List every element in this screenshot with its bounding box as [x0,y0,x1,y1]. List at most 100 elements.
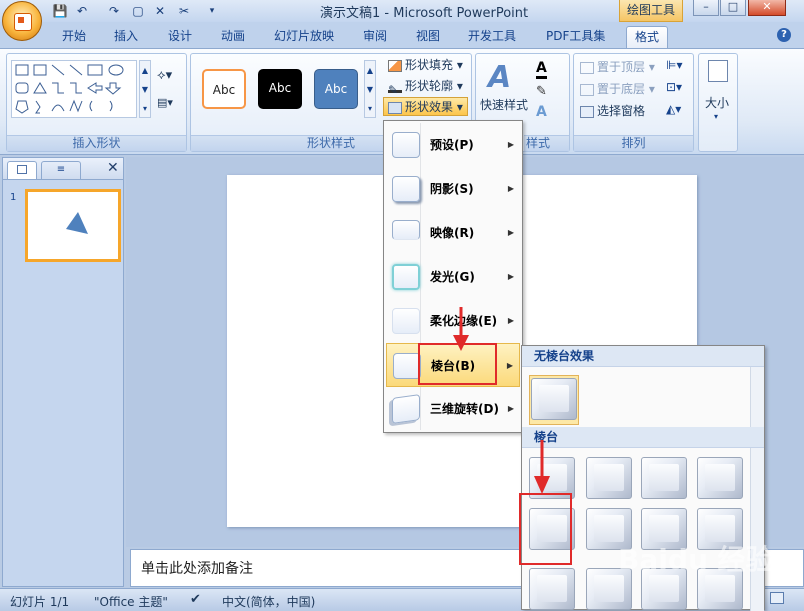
no-bevel-option[interactable] [529,375,579,425]
theme-name: "Office 主题" [94,595,168,609]
shape-fill-button[interactable]: 形状填充 ▾ [388,56,463,75]
preset-label: 预设(P) [430,138,474,152]
tab-animation[interactable]: 动画 [213,26,253,48]
tab-developer[interactable]: 开发工具 [460,26,524,48]
angle-bevel-highlight-box [519,493,572,565]
office-logo-icon [14,13,32,31]
format-painter-icon[interactable]: ✕ [152,3,168,19]
shape-effects-menu: 预设(P) ▶ 阴影(S) ▶ 映像(R) ▶ 发光(G) ▶ 柔化边缘(E) … [383,120,523,433]
rotate-icon[interactable]: ◭▾ [666,102,681,116]
print-preview-icon[interactable]: ▢ [130,3,146,19]
style-preset-orange-outline[interactable]: Abc [202,69,246,109]
effects-icon [388,101,402,114]
pen-icon: ✎ [388,81,402,97]
submenu-arrow-icon: ▶ [507,228,514,237]
menu-item-shadow[interactable]: 阴影(S) ▶ [386,167,520,211]
language-indicator[interactable]: 中文(简体，中国) [222,593,315,610]
bevel-option-relaxed-inset[interactable] [586,457,632,499]
shape-outline-button[interactable]: ✎ 形状轮廓 ▾ [388,77,463,97]
redo-icon[interactable]: ↷ [106,3,122,19]
tab-format[interactable]: 格式 [626,26,669,48]
submenu-arrow-icon: ▶ [507,404,514,413]
text-fill-icon[interactable]: A [536,60,547,79]
maximize-button[interactable]: □ [720,0,746,16]
bring-front-icon [580,61,594,74]
style-preset-blue[interactable]: Abc [314,69,358,109]
group-insert-shapes: ▲ ▼ ▾ ⟡▾ ▤▾ 插入形状 [6,53,187,152]
preset-thumb-icon [392,132,420,158]
tab-pdf-tools[interactable]: PDF工具集 [538,26,613,48]
no-bevel-heading: 无棱台效果 [522,346,764,367]
tab-view[interactable]: 视图 [408,26,448,48]
soft-edges-thumb-icon [392,308,420,334]
group-arrange: 置于顶层 ▾ 置于底层 ▾ 选择窗格 ⊫▾ ⊡▾ ◭▾ 排列 [573,53,694,152]
edit-shape-icon[interactable]: ⟡▾ [157,68,172,83]
minimize-button[interactable]: – [693,0,719,16]
tab-home[interactable]: 开始 [54,26,94,48]
help-icon[interactable]: ? [777,28,791,42]
spellcheck-icon[interactable]: ✔ [190,592,201,607]
bring-front-button[interactable]: 置于顶层 ▾ [580,58,655,77]
close-button[interactable]: ✕ [748,0,786,16]
art-styles-label: 样式 [524,135,569,151]
tab-review[interactable]: 审阅 [355,26,395,48]
bevel-thumb-icon [393,353,421,379]
watermark: Baidu 经验 [618,543,774,576]
slide-info: 幻灯片 1/1 [10,595,70,609]
send-back-button[interactable]: 置于底层 ▾ [580,80,655,99]
bevel-option-cool-slant[interactable] [697,457,743,499]
menu-item-reflection[interactable]: 映像(R) ▶ [386,211,520,255]
menu-item-preset[interactable]: 预设(P) ▶ [386,123,520,167]
bevel-heading: 棱台 [522,427,764,448]
cut-icon[interactable]: ✂ [176,3,192,19]
customize-toolbar-icon[interactable]: ▾ [204,3,220,19]
group-objects-icon[interactable]: ⊡▾ [666,80,682,94]
shape-effects-button[interactable]: 形状效果 ▾ [383,97,468,116]
slides-icon [17,165,27,174]
submenu-arrow-icon: ▶ [507,272,514,281]
reflection-label: 映像(R) [430,226,475,240]
slides-pane: ≡ ✕ 1 [2,157,124,587]
normal-view-icon[interactable] [770,592,784,604]
size-button[interactable]: 大小 [705,94,729,111]
drawing-tools-badge: 绘图工具 [619,0,683,22]
size-dropdown-icon[interactable]: ▾ [714,112,718,121]
shapes-gallery[interactable] [11,60,137,118]
text-outline-icon[interactable]: ✎ [536,84,547,99]
paint-bucket-icon [388,59,402,72]
quick-styles-button[interactable]: 快速样式 [480,96,528,113]
tab-slideshow[interactable]: 幻灯片放映 [266,26,342,48]
insert-shapes-label: 插入形状 [7,135,186,151]
window-title: 演示文稿1 - Microsoft PowerPoint [320,6,529,21]
outline-icon: ≡ [56,164,66,175]
selection-pane-button[interactable]: 选择窗格 [580,102,645,121]
close-pane-icon[interactable]: ✕ [107,160,119,176]
save-icon[interactable]: 💾 [52,3,68,19]
shape-effects-label: 形状效果 [405,100,454,114]
slide-number: 1 [10,192,17,203]
arrange-label: 排列 [574,135,693,151]
tab-insert[interactable]: 插入 [106,26,146,48]
menu-item-3d-rotation[interactable]: 三维旋转(D) ▶ [386,387,520,431]
styles-gallery-scroll[interactable]: ▲ ▼ ▾ [364,60,376,118]
red-arrow-to-bevel [453,307,469,351]
send-back-icon [580,83,594,96]
bevel-option-cross[interactable] [641,457,687,499]
bevel-option-divot[interactable] [529,568,575,610]
office-button[interactable] [2,1,42,41]
shadow-thumb-icon [392,176,420,202]
shape-fill-label: 形状填充 [405,58,454,72]
title-bar: 💾 ↶ ↷ ▢ ✕ ✂ ▾ 演示文稿1 - Microsoft PowerPoi… [0,0,804,22]
slide-thumbnail[interactable] [25,189,121,262]
style-preset-black[interactable]: Abc [258,69,302,109]
text-box-icon[interactable]: ▤▾ [157,96,173,109]
shapes-gallery-scroll[interactable]: ▲ ▼ ▾ [139,60,151,118]
tab-outline[interactable]: ≡ [41,161,81,179]
tab-design[interactable]: 设计 [160,26,200,48]
tab-slides[interactable] [7,161,37,179]
undo-icon[interactable]: ↶ [74,3,90,19]
submenu-arrow-icon: ▶ [507,316,514,325]
text-effects-icon[interactable]: A [536,104,547,120]
align-icon[interactable]: ⊫▾ [666,58,682,72]
menu-item-glow[interactable]: 发光(G) ▶ [386,255,520,299]
